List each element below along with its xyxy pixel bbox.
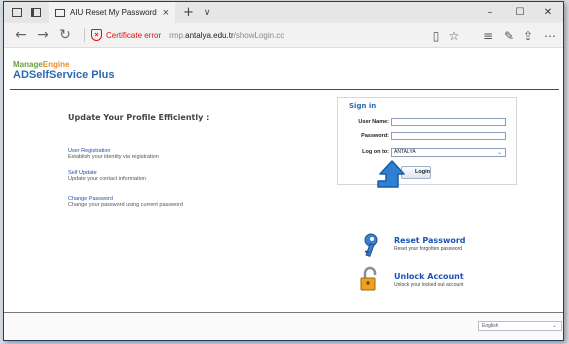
logon-label: Log on to: bbox=[362, 149, 389, 155]
notes-icon[interactable]: ✎ bbox=[501, 23, 517, 48]
username-input[interactable] bbox=[391, 118, 506, 126]
password-input[interactable] bbox=[391, 132, 506, 140]
title-bar: AIU Reset My Password × + ∨ – ☐ ✕ bbox=[4, 2, 563, 23]
chevron-down-icon: ⌄ bbox=[551, 322, 557, 329]
footer: English ⌄ bbox=[4, 313, 563, 340]
url-domain: antalya.edu.tr bbox=[185, 30, 234, 40]
sign-in-panel: Sign in User Name: Password: Log on to: … bbox=[337, 97, 517, 185]
url-path: /showLogin.cc bbox=[233, 30, 285, 40]
close-window-button[interactable]: ✕ bbox=[533, 2, 563, 23]
brand-manage: Manage bbox=[13, 60, 43, 69]
favorite-star-icon[interactable]: ☆ bbox=[446, 23, 462, 48]
username-label: User Name: bbox=[358, 119, 389, 125]
tab-active[interactable]: AIU Reset My Password × bbox=[49, 2, 175, 23]
brand-logo-top: ManageEngine bbox=[13, 60, 69, 69]
header-divider bbox=[10, 89, 559, 90]
share-icon[interactable]: ⇪ bbox=[520, 23, 536, 48]
set-aside-tabs-icon[interactable] bbox=[31, 8, 41, 17]
tab-preview-icon[interactable] bbox=[12, 8, 22, 17]
user-registration-desc: Establish your identity via registration bbox=[68, 154, 159, 160]
brand-engine: Engine bbox=[42, 60, 70, 69]
self-update-desc: Update your contact information bbox=[68, 176, 146, 182]
domain-select[interactable]: ANTALYA ⌄ bbox=[391, 148, 506, 157]
language-select[interactable]: English ⌄ bbox=[478, 321, 562, 331]
tab-list-icon[interactable]: ∨ bbox=[204, 8, 211, 18]
page-icon bbox=[55, 8, 65, 17]
reading-view-icon[interactable]: ▯ bbox=[428, 23, 444, 48]
more-icon[interactable]: ⋯ bbox=[542, 23, 558, 48]
profile-heading: Update Your Profile Efficiently : bbox=[68, 113, 210, 122]
separator bbox=[84, 28, 85, 42]
new-tab-icon[interactable]: + bbox=[183, 5, 194, 20]
tab-close-icon[interactable]: × bbox=[163, 7, 169, 19]
unlock-account-link[interactable]: Unlock Account bbox=[394, 272, 464, 281]
url-field[interactable]: rmp.antalya.edu.tr/showLogin.cc bbox=[169, 31, 284, 40]
tab-title: AIU Reset My Password bbox=[70, 8, 157, 17]
key-icon bbox=[364, 233, 378, 257]
url-prefix: rmp. bbox=[169, 30, 186, 40]
chevron-down-icon: ⌄ bbox=[496, 149, 502, 156]
padlock-icon bbox=[360, 266, 377, 291]
page-content: ManageEngine ADSelfService Plus Update Y… bbox=[4, 48, 563, 340]
change-password-desc: Change your password using current passw… bbox=[68, 202, 183, 208]
unlock-account-desc: Unlock your locked out account bbox=[394, 282, 464, 288]
sign-in-title: Sign in bbox=[349, 102, 377, 110]
reset-password-link[interactable]: Reset Password bbox=[394, 236, 466, 245]
domain-select-value: ANTALYA bbox=[394, 149, 416, 155]
forward-icon[interactable]: → bbox=[32, 27, 54, 43]
annotation-arrow-icon bbox=[377, 160, 405, 188]
back-icon[interactable]: ← bbox=[10, 27, 32, 43]
browser-window: AIU Reset My Password × + ∨ – ☐ ✕ ← → ↻ … bbox=[3, 1, 564, 341]
password-label: Password: bbox=[361, 133, 389, 139]
maximize-button[interactable]: ☐ bbox=[505, 2, 535, 23]
minimize-button[interactable]: – bbox=[475, 2, 505, 23]
reset-password-desc: Reset your forgotten password bbox=[394, 246, 463, 252]
certificate-error-icon[interactable]: × bbox=[91, 29, 102, 41]
certificate-error-text[interactable]: Certificate error bbox=[106, 31, 161, 40]
hub-icon[interactable]: ≡ bbox=[480, 23, 496, 48]
language-select-value: English bbox=[482, 323, 499, 329]
refresh-icon[interactable]: ↻ bbox=[54, 27, 76, 43]
brand-logo-product: ADSelfService Plus bbox=[13, 69, 115, 81]
